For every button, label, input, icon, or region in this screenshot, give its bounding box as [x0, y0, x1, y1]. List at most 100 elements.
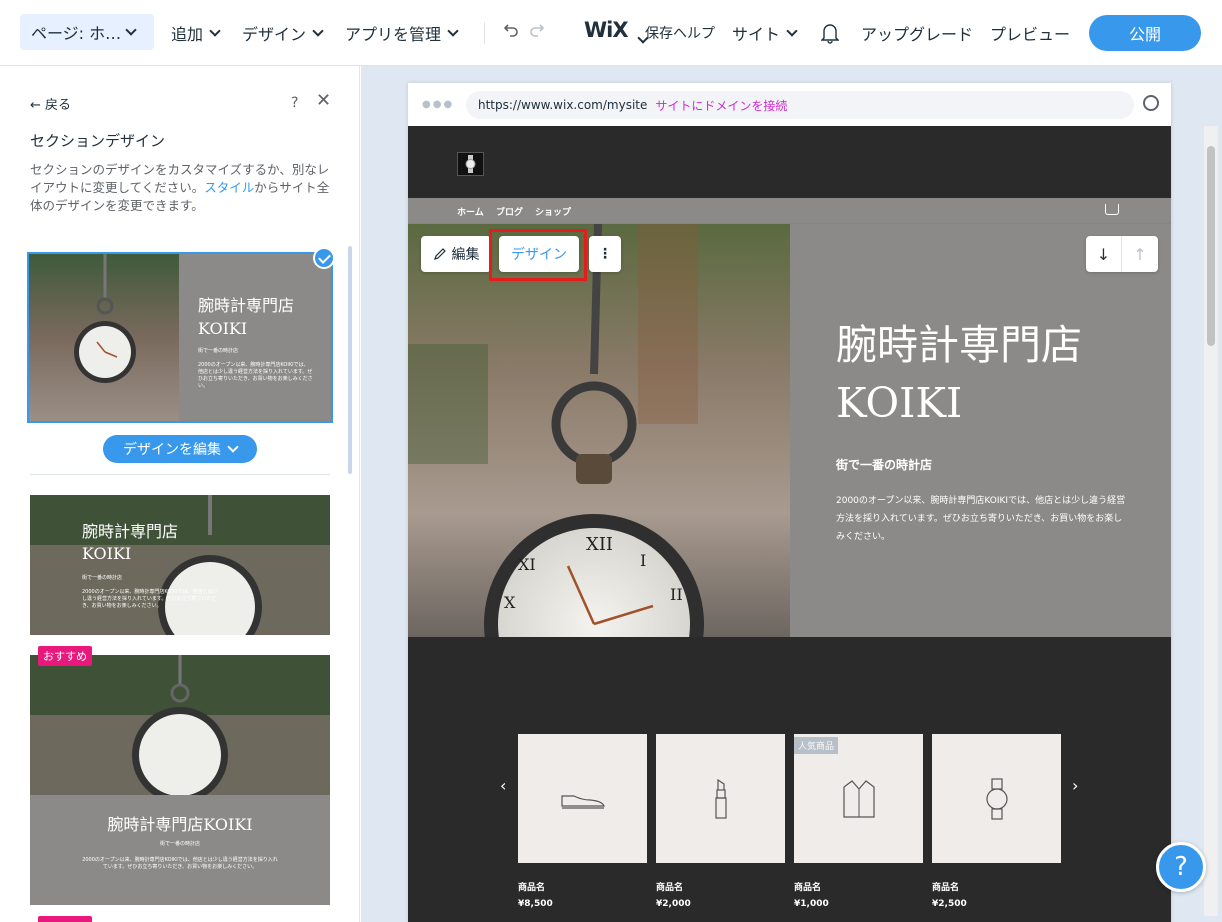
hero-title-line1: 腕時計専門店 — [836, 321, 1082, 369]
popular-badge: 人気商品 — [794, 737, 839, 754]
site-url: https://www.wix.com/mysite — [478, 98, 648, 112]
help-button[interactable]: ? — [1156, 842, 1206, 892]
window-dots: ●●● — [422, 99, 455, 110]
editor-top-bar: ページ: ホ… 追加 デザイン アプリを管理 WiX 保存ヘルプ サイト アップ… — [0, 0, 1222, 66]
back-label: 戻る — [45, 98, 72, 113]
preview-link[interactable]: プレビュー — [990, 20, 1070, 46]
hero-title-line2: KOIKI — [836, 379, 963, 427]
thumb-watch-image — [30, 655, 330, 795]
edit-section-button[interactable]: 編集 — [421, 236, 491, 272]
hero-section[interactable]: XII I II XI X 腕時計専門店 KOIKI 街で一番の時計店 2000の… — [408, 223, 1171, 638]
menu-manage-apps-label: アプリを管理 — [345, 25, 442, 44]
product-price: ¥2,500 — [932, 899, 967, 909]
upgrade-link[interactable]: アップグレード — [861, 20, 973, 46]
menu-design[interactable]: デザイン — [242, 20, 324, 46]
help-icon[interactable]: ? — [291, 95, 298, 111]
thumb-body: 2000のオープン以来、腕時計専門店KOIKIでは、他店とは少し違う経営方法を採… — [82, 589, 218, 609]
site-preview: ホーム ブログ ショップ XII I II XI X 腕時計専門店 KOIKI … — [408, 126, 1171, 922]
menu-add-label: 追加 — [171, 25, 204, 44]
back-button[interactable]: ← 戻る — [30, 94, 71, 113]
page-selector[interactable]: ページ: ホ… — [20, 14, 154, 50]
notifications-bell-icon[interactable] — [820, 22, 840, 48]
thumb-title: 腕時計専門店KOIKI — [107, 815, 253, 834]
watch-icon — [985, 777, 1008, 820]
hero-body-text[interactable]: 2000のオープン以来、腕時計専門店KOIKIでは、他店とは少し違う経営方法を採… — [836, 492, 1126, 546]
svg-text:XI: XI — [518, 555, 536, 574]
connect-domain-link[interactable]: サイトにドメインを接続 — [655, 97, 787, 114]
close-icon[interactable]: ✕ — [316, 90, 331, 111]
redo-icon[interactable] — [528, 20, 548, 44]
product-card[interactable] — [518, 734, 647, 863]
product-name: 商品名 — [518, 883, 546, 893]
thumb-subtitle: 街で一番の時計店 — [159, 841, 200, 847]
panel-description: セクションのデザインをカスタマイズするか、別なレイアウトに変更してください。スタ… — [30, 161, 332, 215]
product-card[interactable] — [932, 734, 1061, 863]
highlight-box — [489, 229, 587, 281]
site-header[interactable] — [408, 126, 1171, 198]
edit-design-label: デザインを編集 — [123, 442, 221, 458]
products-section[interactable]: ‹ › 人気商品 商品名 ¥8,500 商品名 ¥2,000 商品名 ¥1,00… — [408, 637, 1171, 922]
thumb-watch-image — [30, 495, 330, 635]
address-bar[interactable]: https://www.wix.com/mysite サイトにドメインを接続 — [466, 91, 1134, 119]
thumb-body: 2000のオープン以来、腕時計専門店KOIKIでは、他店とは少し違う経営方法を採… — [82, 857, 278, 870]
product-name: 商品名 — [932, 883, 960, 893]
chevron-down-icon — [209, 24, 221, 37]
carousel-next-icon[interactable]: › — [1072, 776, 1078, 795]
product-card[interactable] — [656, 734, 785, 863]
save-help-menu[interactable]: 保存ヘルプ — [645, 23, 715, 43]
product-price: ¥8,500 — [518, 899, 553, 909]
wix-logo: WiX — [584, 18, 629, 42]
edit-design-button[interactable]: デザインを編集 — [103, 435, 257, 463]
panel-scrollbar[interactable] — [348, 246, 352, 474]
panel-title: セクションデザイン — [30, 132, 166, 150]
edit-section-label: 編集 — [451, 247, 480, 263]
hero-subtitle[interactable]: 街で一番の時計店 — [836, 456, 932, 473]
publish-button[interactable]: 公開 — [1089, 15, 1201, 51]
carousel-prev-icon[interactable]: ‹ — [500, 776, 506, 795]
zoom-out-icon[interactable] — [1143, 95, 1159, 111]
divider — [30, 474, 330, 475]
lipstick-icon — [714, 778, 727, 819]
section-design-panel: ← 戻る ? ✕ セクションデザイン セクションのデザインをカスタマイズするか、… — [0, 66, 360, 922]
cart-icon[interactable] — [1105, 204, 1119, 215]
nav-shop[interactable]: ショップ — [535, 205, 571, 218]
browser-frame: ●●● https://www.wix.com/mysite サイトにドメインを… — [408, 83, 1171, 922]
thumb-subtitle: 街で一番の時計店 — [198, 348, 239, 354]
more-options-icon[interactable]: ⋮ — [589, 236, 621, 272]
menu-design-label: デザイン — [242, 25, 307, 44]
product-price: ¥1,000 — [794, 899, 829, 909]
move-up-icon[interactable]: ↑ — [1122, 236, 1158, 272]
layout-option-2[interactable]: 腕時計専門店 KOIKI 街で一番の時計店 2000のオープン以来、腕時計専門店K… — [30, 495, 330, 635]
chevron-down-icon — [447, 24, 459, 37]
thumb-title-l1: 腕時計専門店 — [198, 296, 295, 315]
undo-icon[interactable] — [500, 20, 520, 44]
menu-manage-apps[interactable]: アプリを管理 — [345, 20, 459, 46]
canvas-scrollbar-thumb[interactable] — [1207, 146, 1215, 346]
pencil-icon — [433, 248, 446, 260]
layout-option-3[interactable]: 腕時計専門店KOIKI 街で一番の時計店 2000のオープン以来、腕時計専門店K… — [30, 655, 330, 905]
thumb-title-l1: 腕時計専門店 — [82, 522, 179, 541]
svg-text:X: X — [504, 593, 516, 612]
svg-text:I: I — [640, 551, 646, 570]
shirt-icon — [842, 779, 875, 818]
hero-title[interactable]: 腕時計専門店 KOIKI — [836, 316, 1156, 432]
site-logo[interactable] — [457, 152, 484, 176]
thumb-title: 腕時計専門店KOIKI — [82, 521, 178, 565]
divider — [484, 22, 485, 44]
shoe-icon — [560, 794, 605, 809]
nav-blog[interactable]: ブログ — [496, 205, 523, 218]
selected-check-icon — [313, 247, 335, 269]
layout-option-1[interactable]: 腕時計専門店 KOIKI 街で一番の時計店 2000のオープン以来、腕時計専門店K… — [27, 252, 333, 423]
style-link[interactable]: スタイル — [204, 180, 254, 195]
page-selector-label: ページ: ホ… — [31, 24, 122, 43]
recommended-badge — [38, 916, 92, 922]
move-down-icon[interactable]: ↓ — [1086, 236, 1122, 272]
site-nav-bar: ホーム ブログ ショップ — [408, 198, 1171, 224]
menu-add[interactable]: 追加 — [171, 20, 221, 46]
move-section-controls: ↓ ↑ — [1086, 236, 1158, 272]
menu-site[interactable]: サイト — [732, 20, 798, 46]
thumb-subtitle: 街で一番の時計店 — [82, 575, 123, 581]
product-name: 商品名 — [794, 883, 822, 893]
nav-home[interactable]: ホーム — [457, 205, 484, 218]
svg-text:II: II — [670, 585, 683, 604]
